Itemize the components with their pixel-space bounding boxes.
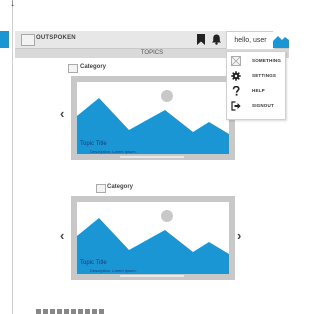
question-icon <box>232 86 240 96</box>
footer-block <box>92 309 97 314</box>
card-scrollbar[interactable] <box>120 275 184 277</box>
image-placeholder-icon <box>231 56 241 66</box>
topic-title[interactable]: Topic Title <box>80 260 107 266</box>
chevron-right-icon[interactable]: › <box>237 228 241 243</box>
side-panel-accent <box>0 31 9 48</box>
menu-item-label: HELP <box>252 88 265 93</box>
footer-block <box>57 309 62 314</box>
signout-icon <box>231 101 241 111</box>
topic-description: Description. Lorem Ipsum. <box>90 268 137 273</box>
chevron-left-icon[interactable]: ‹ <box>60 228 64 243</box>
menu-item-help[interactable]: HELP <box>231 86 283 98</box>
user-dropdown-menu: SOMETHING SETTINGS HELP SIGNOUT <box>226 51 286 120</box>
topic-description: Description. Lorem Ipsum. <box>90 149 137 154</box>
brand-name[interactable]: OUTSPOKEN <box>36 35 76 41</box>
gear-icon <box>231 71 241 81</box>
menu-item-label: SIGNOUT <box>252 103 274 108</box>
menu-item-something[interactable]: SOMETHING <box>231 56 283 68</box>
bell-icon[interactable] <box>211 34 222 45</box>
footer-block <box>99 309 104 314</box>
logo-image-placeholder-icon <box>21 34 35 46</box>
avatar[interactable] <box>273 31 289 48</box>
category-label[interactable]: Category <box>107 184 133 190</box>
menu-item-settings[interactable]: SETTINGS <box>231 71 283 83</box>
bookmark-icon[interactable] <box>197 34 205 45</box>
footer-block <box>85 309 90 314</box>
footer-block <box>36 309 41 314</box>
footer-block <box>50 309 55 314</box>
menu-item-signout[interactable]: SIGNOUT <box>231 101 283 113</box>
down-arrow-icon: ↓ <box>10 0 15 9</box>
footer-block <box>78 309 83 314</box>
user-greeting-button[interactable]: hello, user <box>226 31 275 50</box>
topic-card[interactable] <box>71 76 235 160</box>
menu-item-label: SOMETHING <box>252 58 282 63</box>
menu-item-label: SETTINGS <box>252 73 277 78</box>
side-panel-edge <box>0 0 13 314</box>
footer-block <box>71 309 76 314</box>
topic-title[interactable]: Topic Title <box>80 141 107 147</box>
category-label[interactable]: Category <box>80 64 106 70</box>
category-image-icon <box>68 64 78 73</box>
card-scrollbar[interactable] <box>120 156 184 158</box>
footer-block <box>64 309 69 314</box>
chevron-left-icon[interactable]: ‹ <box>60 106 64 121</box>
category-image-icon <box>96 184 106 193</box>
footer-block <box>43 309 48 314</box>
